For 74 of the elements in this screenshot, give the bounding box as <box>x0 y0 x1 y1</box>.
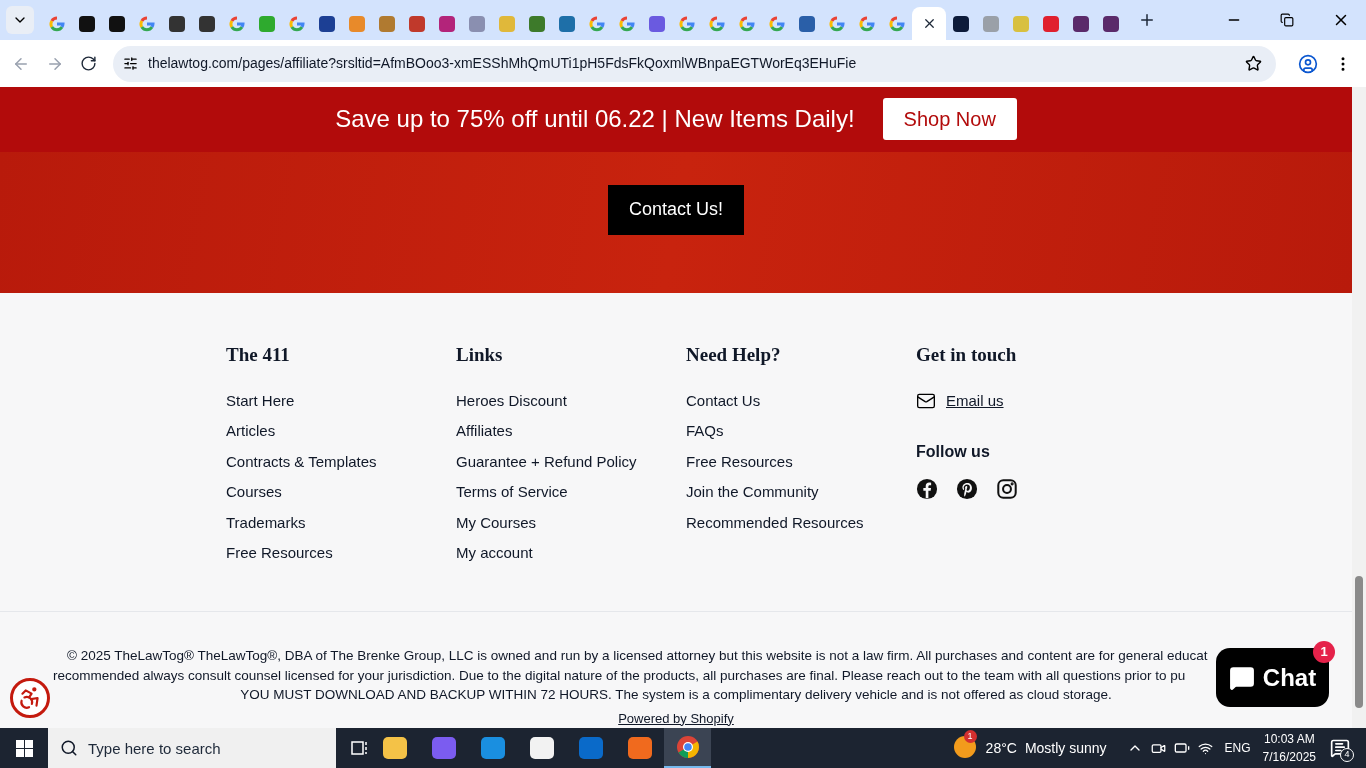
column-heading: Get in touch <box>916 343 1018 367</box>
restore-icon[interactable] <box>1280 13 1294 27</box>
google-favicon-icon <box>289 15 305 32</box>
footer-link[interactable]: Heroes Discount <box>456 389 686 420</box>
footer-link[interactable]: My Courses <box>456 511 686 542</box>
footer-link[interactable]: Guarantee + Refund Policy <box>456 450 686 481</box>
footer-link[interactable]: Join the Community <box>686 481 916 512</box>
google-favicon-icon <box>769 15 785 32</box>
taskbar-search-field[interactable]: Type here to search <box>48 728 336 768</box>
address-bar[interactable]: thelawtog.com/pages/affiliate?srsltid=AfmBOoo3-xmESShMhQmUTi1pH5FdsFkQoxmlWBnpaEGTWorEq3EHuFie <box>113 45 1276 82</box>
google-favicon-icon <box>139 15 155 32</box>
google-favicon-icon <box>589 15 605 32</box>
pinterest-icon[interactable] <box>956 478 978 500</box>
tab-search-button[interactable] <box>6 6 34 34</box>
footer-link[interactable]: Courses <box>226 481 456 512</box>
column-heading: The 411 <box>226 343 291 367</box>
footer-link[interactable]: Contracts & Templates <box>226 450 456 481</box>
shop-now-button[interactable]: Shop Now <box>882 98 1017 141</box>
footer-link[interactable]: FAQs <box>686 420 916 451</box>
new-tab-icon[interactable] <box>1138 11 1156 29</box>
weather-text: Mostly sunny <box>1024 738 1107 758</box>
legal-text: YOU MUST DOWNLOAD AND BACKUP WITHIN 72 HOURS. The system is a complimentary delivery vehicle and is not offered as cloud storage. <box>240 686 1112 704</box>
email-link[interactable]: Email us <box>946 389 1004 412</box>
footer-link[interactable]: Start Here <box>226 389 456 420</box>
scrollbar[interactable] <box>1352 87 1366 728</box>
column-heading: Links <box>456 343 504 367</box>
footer-link[interactable]: Trademarks <box>226 511 456 542</box>
google-favicon-icon <box>739 15 755 32</box>
notification-count: 4 <box>1340 748 1354 762</box>
weather-badge: 1 <box>963 730 977 743</box>
footer-link[interactable]: Recommended Resources <box>686 511 916 542</box>
chat-bubble-icon <box>1228 664 1255 691</box>
url-text: thelawtog.com/pages/affiliate?srsltid=AfmBOoo3-xmESShMhQmUTi1pH5FdsFkQoxmlWBnpaEGTWorEq3EHuFie <box>148 54 857 73</box>
powered-by-link[interactable]: Powered by Shopify <box>618 708 734 728</box>
google-favicon-icon <box>859 15 875 32</box>
scrollbar-thumb[interactable] <box>1355 576 1363 708</box>
windows-logo-icon <box>15 739 33 757</box>
google-favicon-icon <box>829 15 845 32</box>
clock-date[interactable]: 7/16/2025 <box>1262 748 1316 766</box>
reload-icon[interactable] <box>80 55 97 72</box>
task-view-icon[interactable] <box>350 739 370 757</box>
column-heading: Need Help? <box>686 343 782 367</box>
footer-link[interactable]: Articles <box>226 420 456 451</box>
legal-text: © 2025 TheLawTog® TheLawTog®, DBA of The Brenke Group, LLC is owned and run by a licensed attorney but this website is not a law firm. All purchases and content are for general educat <box>67 647 1208 665</box>
footer-link[interactable]: Free Resources <box>686 450 916 481</box>
chrome-taskbar-button[interactable] <box>664 728 711 768</box>
facebook-icon[interactable] <box>916 478 938 500</box>
clock-time[interactable]: 10:03 AM <box>1263 730 1315 748</box>
temperature-text: 28°C <box>985 738 1017 758</box>
profile-icon[interactable] <box>1298 53 1318 74</box>
site-settings-icon[interactable] <box>123 56 138 71</box>
bookmark-star-icon[interactable] <box>1245 55 1262 72</box>
footer-link[interactable]: Free Resources <box>226 542 456 573</box>
google-favicon-icon <box>49 15 65 32</box>
legal-text: recommended always consult counsel licensed for your jurisdiction. Due to the digital nature of the products, all purchases are final. Please reach out to the team with all questions prior to pu <box>53 666 1186 685</box>
battery-icon[interactable] <box>1173 740 1190 756</box>
chrome-icon <box>675 735 700 759</box>
language-text[interactable]: ENG <box>1224 739 1251 757</box>
instagram-icon[interactable] <box>996 478 1018 500</box>
google-favicon-icon <box>889 15 905 32</box>
network-icon[interactable] <box>1197 740 1213 756</box>
follow-heading: Follow us <box>916 442 991 462</box>
footer-link[interactable]: Terms of Service <box>456 481 686 512</box>
footer-link[interactable]: My account <box>456 542 686 573</box>
google-favicon-icon <box>709 15 725 32</box>
promo-text: Save up to 75% off until 06.22 | New Items Daily! <box>335 104 855 135</box>
google-favicon-icon <box>229 15 245 32</box>
google-favicon-icon <box>619 15 635 32</box>
footer-link[interactable]: Contact Us <box>686 389 916 420</box>
footer-link[interactable]: Affiliates <box>456 420 686 451</box>
contact-us-button[interactable]: Contact Us! <box>607 184 744 235</box>
google-favicon-icon <box>679 15 695 32</box>
search-icon <box>60 739 78 757</box>
notification-icon[interactable] <box>1330 738 1350 758</box>
